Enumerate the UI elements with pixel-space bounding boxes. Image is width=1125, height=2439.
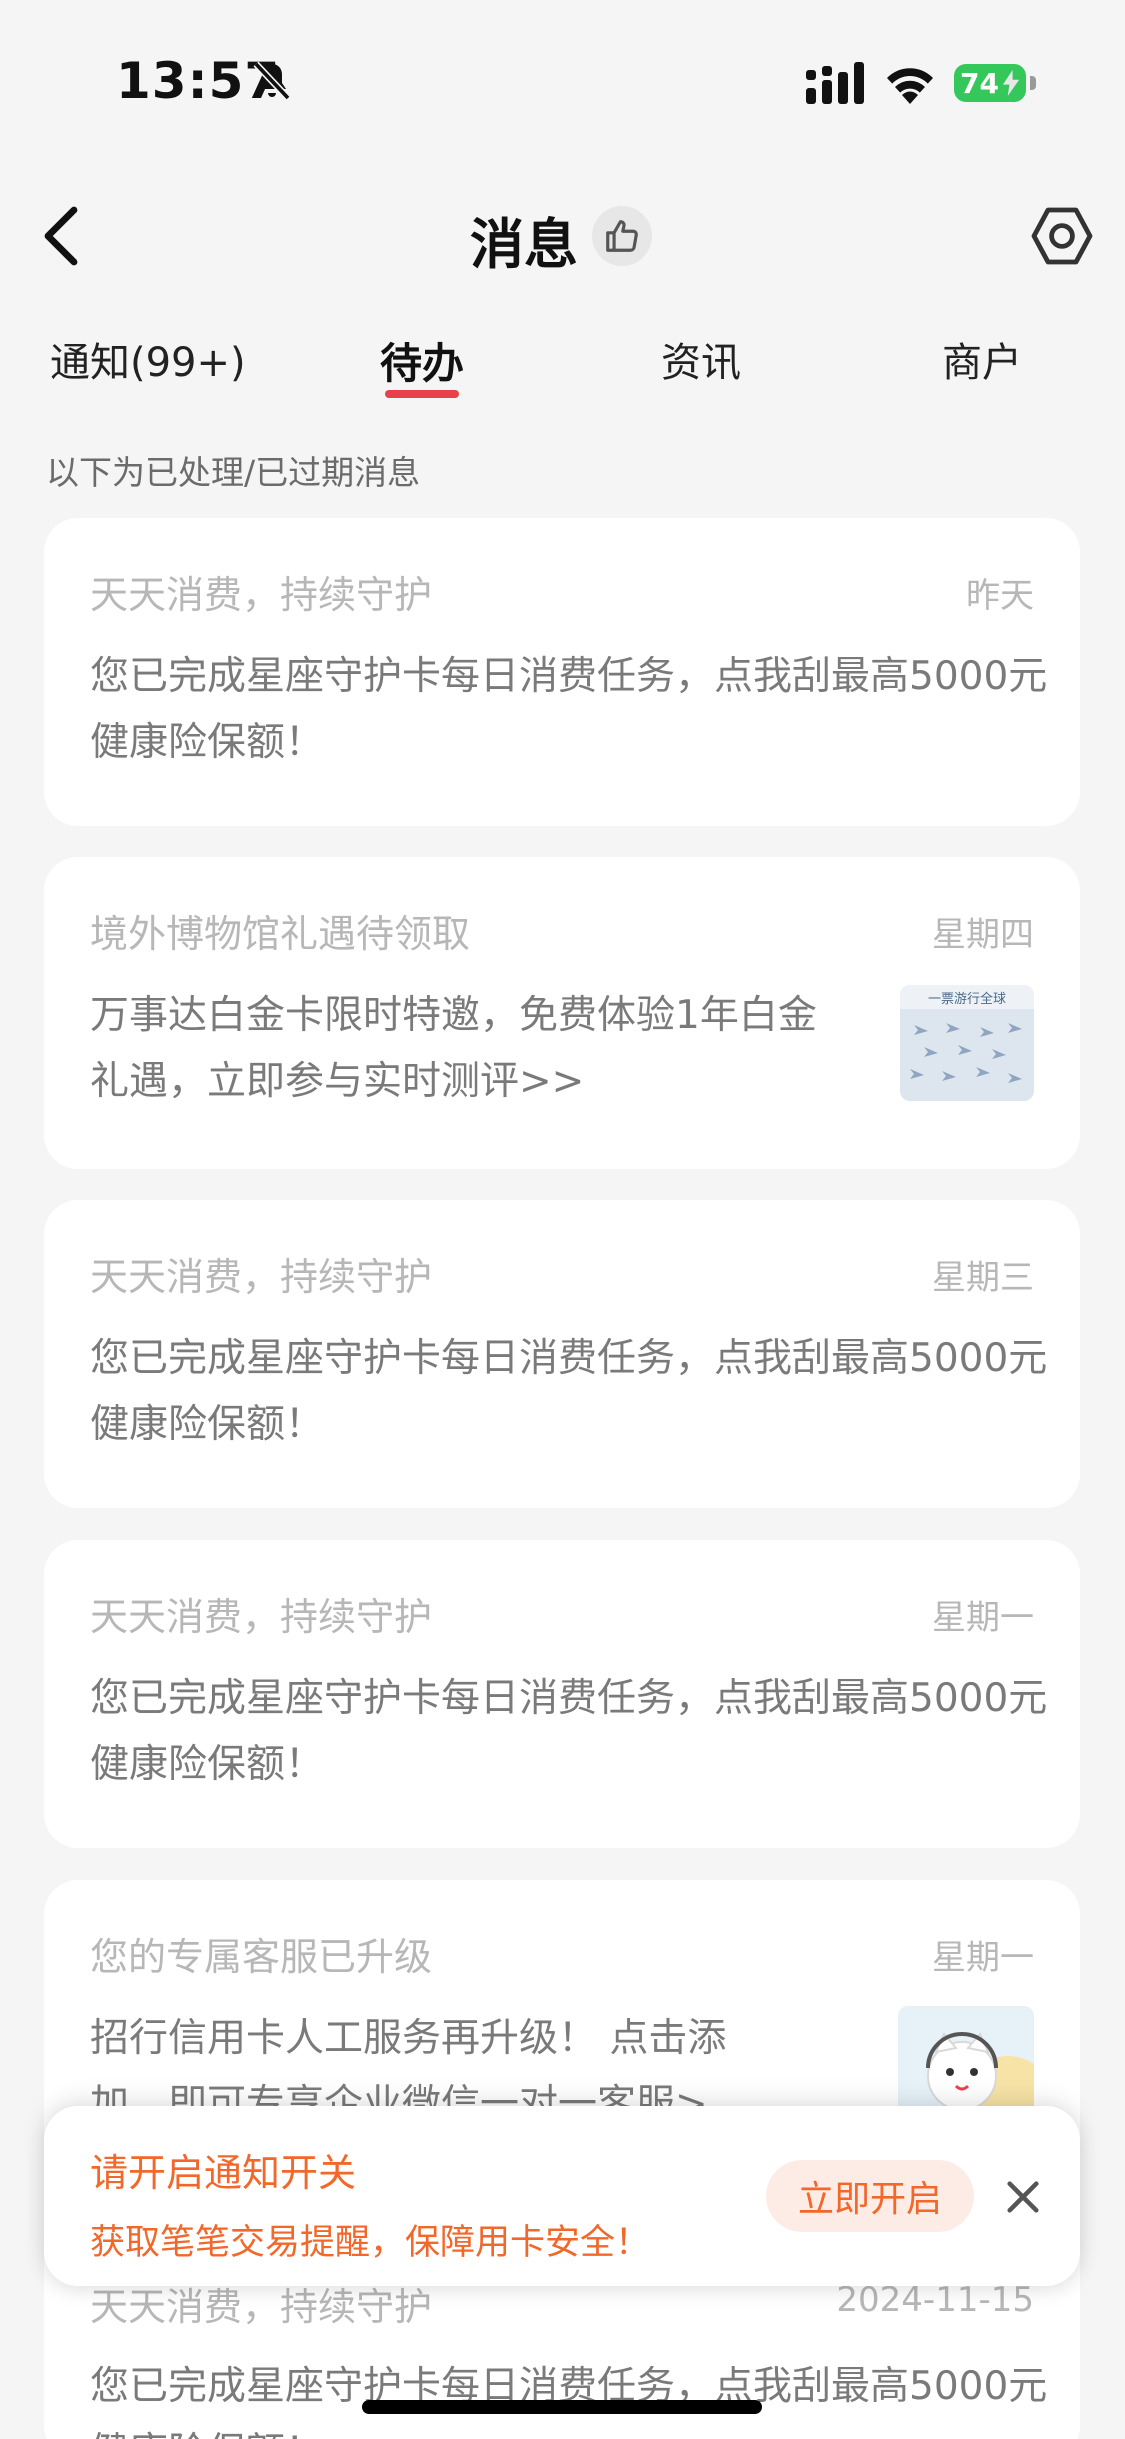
message-thumbnail: 一票游行全球 bbox=[900, 985, 1034, 1101]
notification-prompt: 请开启通知开关 获取笔笔交易提醒，保障用卡安全！ 立即开启 bbox=[44, 2106, 1080, 2286]
message-title: 境外博物馆礼遇待领取 bbox=[90, 912, 471, 956]
notify-title: 请开启通知开关 bbox=[90, 2151, 357, 2195]
thumbs-up-icon bbox=[606, 220, 638, 252]
message-body: 您已完成星座守护卡每日消费任务，点我刮最高5000元健康险保额！ bbox=[90, 654, 1048, 765]
battery-cap bbox=[1030, 76, 1036, 90]
message-time: 星期一 bbox=[932, 1938, 1034, 1978]
message-card[interactable]: 天天消费，持续守护 星期一 您已完成星座守护卡每日消费任务，点我刮最高5000元… bbox=[44, 1540, 1080, 1848]
battery-indicator: 74 bbox=[954, 64, 1026, 102]
wifi-icon bbox=[887, 68, 933, 104]
status-bar: 13:57 74 bbox=[0, 0, 1125, 150]
message-time: 2024-11-15 bbox=[836, 2280, 1034, 2320]
message-card[interactable]: 境外博物馆礼遇待领取 星期四 万事达白金卡限时特邀，免费体验1年白金礼遇，立即参… bbox=[44, 857, 1080, 1169]
charging-bolt-icon bbox=[1002, 70, 1020, 96]
message-time: 星期一 bbox=[932, 1598, 1034, 1638]
close-icon[interactable] bbox=[1004, 2178, 1042, 2216]
message-time: 星期四 bbox=[932, 915, 1034, 955]
enable-notifications-button[interactable]: 立即开启 bbox=[766, 2160, 974, 2232]
tab-todo[interactable]: 待办 bbox=[380, 330, 464, 391]
tab-merchant[interactable]: 商户 bbox=[942, 330, 1022, 388]
page-title: 消息 bbox=[470, 213, 578, 276]
battery-level: 74 bbox=[960, 66, 999, 100]
notify-description: 获取笔笔交易提醒，保障用卡安全！ bbox=[90, 2223, 651, 2263]
message-card[interactable]: 天天消费，持续守护 昨天 您已完成星座守护卡每日消费任务，点我刮最高5000元健… bbox=[44, 518, 1080, 826]
tab-notifications[interactable]: 通知(99+) bbox=[50, 330, 246, 388]
birds-illustration: 一票游行全球 bbox=[900, 985, 1034, 1101]
bell-slash-icon bbox=[253, 61, 291, 101]
signal-icon bbox=[806, 62, 864, 104]
thumb-caption: 一票游行全球 bbox=[928, 991, 1006, 1007]
message-title: 您的专属客服已升级 bbox=[90, 1935, 433, 1979]
gear-hexagon-icon[interactable] bbox=[1030, 204, 1094, 268]
chevron-left-icon[interactable] bbox=[42, 206, 82, 266]
message-card[interactable]: 天天消费，持续守护 星期三 您已完成星座守护卡每日消费任务，点我刮最高5000元… bbox=[44, 1200, 1080, 1508]
message-body: 万事达白金卡限时特邀，免费体验1年白金礼遇，立即参与实时测评>> bbox=[90, 993, 817, 1104]
message-title: 天天消费，持续守护 bbox=[90, 1255, 433, 1299]
active-tab-indicator bbox=[385, 390, 459, 398]
tab-news[interactable]: 资讯 bbox=[661, 330, 741, 388]
message-body: 您已完成星座守护卡每日消费任务，点我刮最高5000元健康险保额！ bbox=[90, 2364, 1048, 2439]
home-indicator bbox=[362, 2400, 762, 2414]
message-time: 星期三 bbox=[932, 1258, 1034, 1298]
message-body: 您已完成星座守护卡每日消费任务，点我刮最高5000元健康险保额！ bbox=[90, 1336, 1048, 1447]
message-title: 天天消费，持续守护 bbox=[90, 573, 433, 617]
message-time: 昨天 bbox=[966, 576, 1034, 616]
message-title: 天天消费，持续守护 bbox=[90, 1595, 433, 1639]
list-subtitle: 以下为已处理/已过期消息 bbox=[46, 453, 421, 492]
thumbs-up-badge[interactable] bbox=[592, 206, 652, 266]
message-body: 您已完成星座守护卡每日消费任务，点我刮最高5000元健康险保额！ bbox=[90, 1676, 1048, 1787]
